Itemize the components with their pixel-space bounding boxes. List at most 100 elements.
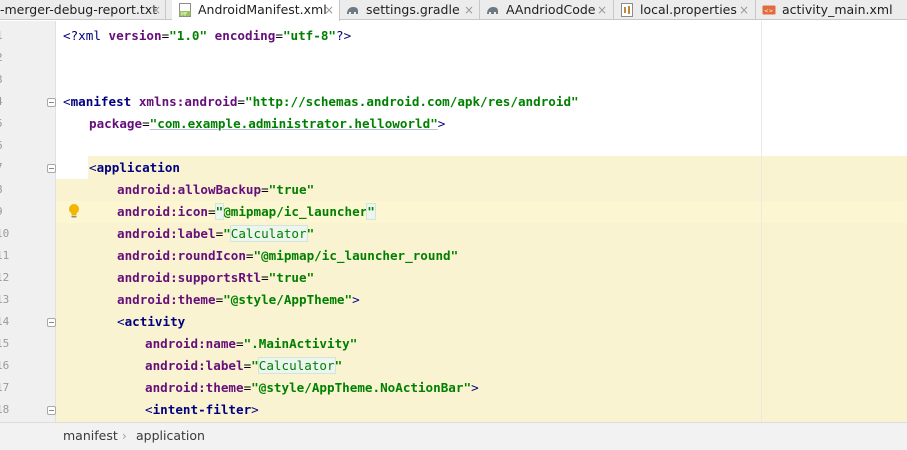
- attribute-value: "com.example.administrator.helloworld": [149, 116, 438, 131]
- attribute-quote: ": [366, 203, 376, 220]
- tab-activity-main[interactable]: <> activity_main.xml: [756, 0, 907, 20]
- line-number: 3: [0, 69, 26, 91]
- attribute-name: android:name: [145, 336, 236, 351]
- tab-aandriodcode[interactable]: AAndriodCode ×: [480, 0, 614, 20]
- fold-toggle-icon[interactable]: [47, 98, 56, 107]
- attribute-name: android:roundIcon: [117, 248, 246, 263]
- line-number: 7: [0, 157, 26, 179]
- svg-text:MF: MF: [181, 12, 188, 18]
- equals: =: [275, 28, 283, 43]
- tab-label: local.properties: [640, 2, 737, 17]
- tag-bracket: <: [117, 314, 125, 329]
- tab-local-properties[interactable]: local.properties ×: [614, 0, 756, 20]
- attribute-quote: ": [334, 358, 343, 373]
- code-line: android:label="Calculator": [117, 223, 314, 245]
- fold-toggle-icon[interactable]: [47, 406, 56, 415]
- tab-label: AndroidManifest.xml: [198, 2, 327, 17]
- tag-bracket: <: [63, 94, 71, 109]
- code-line: android:label="Calculator": [145, 355, 342, 377]
- tag-bracket: <: [145, 402, 153, 417]
- editor-tab-bar: -merger-debug-report.txt × MF AndroidMan…: [0, 0, 907, 21]
- equals: =: [261, 182, 269, 197]
- xml-declaration-close: ?>: [336, 28, 352, 43]
- layout-file-icon: <>: [762, 5, 776, 15]
- line-number: 5: [0, 113, 26, 135]
- attribute-quote: ": [251, 358, 259, 373]
- attribute-value: Calculator: [257, 357, 336, 374]
- line-number: 6: [0, 135, 26, 157]
- fold-toggle-icon[interactable]: [47, 318, 56, 327]
- tab-label: activity_main.xml: [782, 2, 893, 17]
- breadcrumb-separator-icon: ›: [122, 429, 127, 443]
- attribute-value: "true": [268, 182, 315, 197]
- close-icon[interactable]: ×: [324, 2, 334, 18]
- line-number: 2: [0, 47, 26, 69]
- gradle-file-icon: [347, 7, 358, 14]
- equals: =: [261, 270, 269, 285]
- code-line: android:icon="@mipmap/ic_launcher": [117, 201, 376, 223]
- attribute-name: android:theme: [145, 380, 244, 395]
- code-line: android:theme="@style/AppTheme.NoActionB…: [145, 377, 479, 399]
- attribute-name: xmlns:android: [131, 94, 238, 109]
- line-number: 17: [0, 381, 10, 394]
- attribute-value: "http://schemas.android.com/apk/res/andr…: [245, 94, 579, 109]
- tab-settings-gradle[interactable]: settings.gradle ×: [340, 0, 480, 20]
- attribute-name: encoding: [207, 28, 276, 43]
- equals: =: [237, 94, 246, 109]
- breadcrumb: manifest › application: [0, 422, 907, 450]
- attribute-name: version: [108, 28, 162, 43]
- code-line: android:roundIcon="@mipmap/ic_launcher_r…: [117, 245, 458, 267]
- tab-label: -merger-debug-report.txt: [0, 2, 158, 17]
- line-number: 8: [0, 179, 26, 201]
- attribute-name: package: [89, 116, 143, 131]
- line-number: 16: [0, 359, 10, 372]
- fold-toggle-icon[interactable]: [47, 164, 56, 173]
- tab-merger-debug-report[interactable]: -merger-debug-report.txt ×: [0, 0, 166, 20]
- line-number: 13: [0, 293, 10, 306]
- attribute-value: "@style/AppTheme": [223, 292, 353, 307]
- close-icon[interactable]: ×: [597, 2, 607, 18]
- tab-androidmanifest[interactable]: MF AndroidManifest.xml ×: [172, 0, 340, 21]
- equals: =: [142, 116, 150, 131]
- close-icon[interactable]: ×: [464, 2, 474, 18]
- breadcrumb-item-application[interactable]: application: [136, 427, 205, 445]
- attribute-value: "1.0": [169, 28, 208, 43]
- attribute-quote: ": [223, 226, 231, 241]
- tag-name: application: [96, 160, 180, 175]
- equals: =: [208, 204, 216, 219]
- line-number: 4: [0, 91, 26, 113]
- code-line: <manifest xmlns:android="http://schemas.…: [63, 91, 579, 113]
- attribute-value: "true": [268, 270, 315, 285]
- tag-name: activity: [124, 314, 186, 329]
- lightbulb-icon[interactable]: [68, 203, 80, 220]
- line-number: 10: [0, 227, 10, 240]
- attribute-name: android:icon: [117, 204, 208, 219]
- line-number: 9: [0, 201, 26, 223]
- attribute-name: android:allowBackup: [117, 182, 262, 197]
- close-icon[interactable]: ×: [739, 2, 749, 18]
- line-number: 15: [0, 337, 10, 350]
- right-margin-guide: [761, 21, 762, 422]
- code-line: <intent-filter>: [145, 399, 259, 421]
- breadcrumb-item-manifest[interactable]: manifest: [63, 427, 118, 445]
- code-line: <activity: [117, 311, 185, 333]
- attribute-value: "@mipmap/ic_launcher_round": [253, 248, 459, 263]
- attribute-name: android:supportsRtl: [117, 270, 262, 285]
- attribute-name: android:theme: [117, 292, 216, 307]
- code-line: package="com.example.administrator.hello…: [89, 113, 445, 135]
- tag-bracket: >: [352, 292, 360, 307]
- gradle-file-icon: [487, 7, 498, 14]
- tag-bracket: >: [471, 380, 479, 395]
- code-line: android:supportsRtl="true": [117, 267, 314, 289]
- tag-bracket: >: [437, 116, 446, 131]
- equals: =: [236, 336, 244, 351]
- xml-declaration-open: <?xml: [63, 28, 109, 43]
- properties-file-icon: [621, 3, 633, 17]
- close-icon[interactable]: ×: [151, 2, 161, 18]
- code-line: <application: [89, 157, 180, 179]
- tag-name: manifest: [70, 94, 132, 109]
- tab-label: AAndriodCode: [506, 2, 596, 17]
- tag-bracket: <: [89, 160, 97, 175]
- attribute-quote: ": [306, 226, 315, 241]
- code-line: <?xml version="1.0" encoding="utf-8"?>: [63, 25, 351, 47]
